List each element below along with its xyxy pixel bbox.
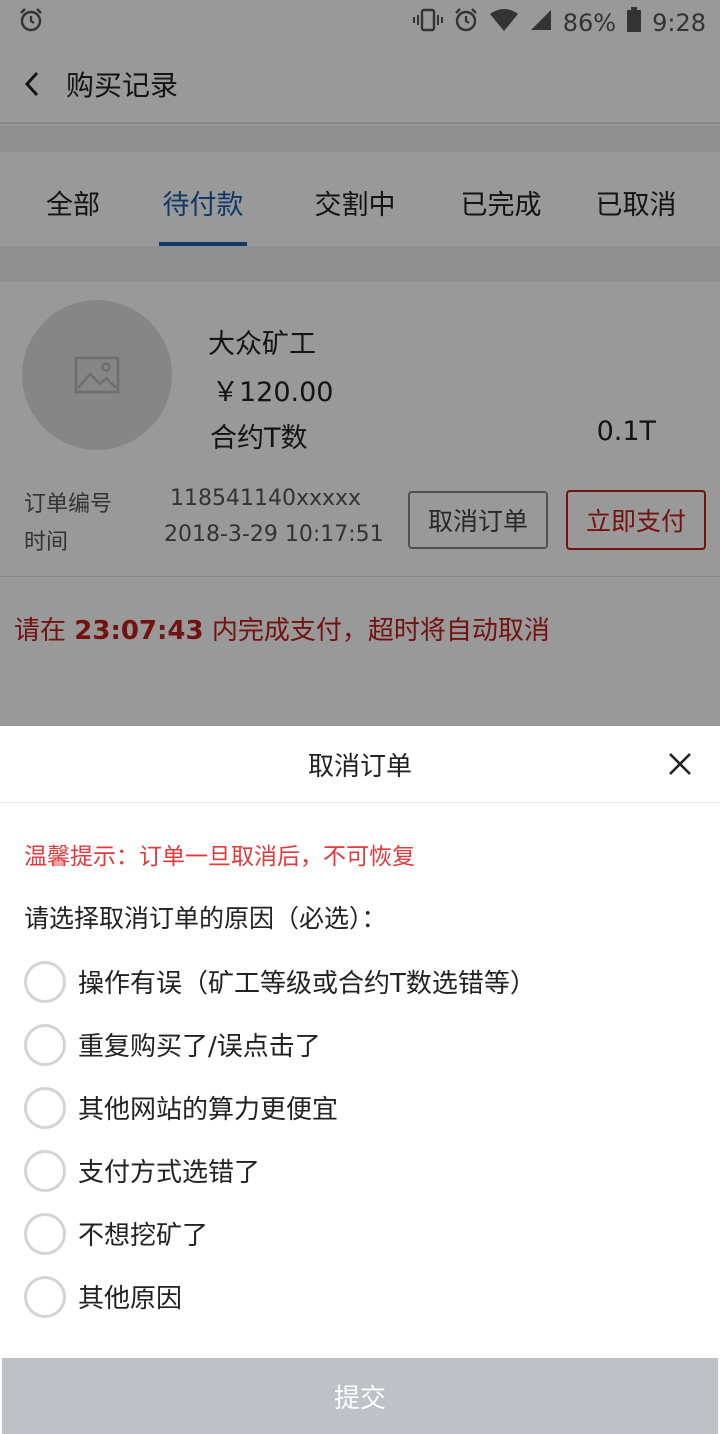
radio-button[interactable] xyxy=(24,1023,66,1066)
reason-prompt: 请选择取消订单的原因（必选）： xyxy=(24,904,387,933)
radio-button[interactable] xyxy=(24,1086,66,1129)
reason-option-operation-error[interactable]: 操作有误（矿工等级或合约T数选错等） xyxy=(0,950,720,1013)
reason-option-no-mining[interactable]: 不想挖矿了 xyxy=(0,1202,720,1265)
sheet-title: 取消订单 xyxy=(307,751,412,782)
close-icon xyxy=(669,753,691,775)
reason-label: 重复购买了/误点击了 xyxy=(78,1032,321,1062)
submit-button[interactable]: 提交 xyxy=(2,1358,718,1434)
radio-button[interactable] xyxy=(24,1149,66,1192)
warning-tip: 温馨提示：订单一旦取消后，不可恢复 xyxy=(24,844,415,870)
radio-button[interactable] xyxy=(24,1275,66,1318)
reason-option-wrong-payment[interactable]: 支付方式选错了 xyxy=(0,1139,720,1202)
cancel-order-sheet: 取消订单 温馨提示：订单一旦取消后，不可恢复 请选择取消订单的原因（必选）： 操… xyxy=(0,726,720,1434)
radio-button[interactable] xyxy=(24,960,66,1003)
modal-backdrop[interactable] xyxy=(0,0,720,726)
reason-option-other[interactable]: 其他原因 xyxy=(0,1265,720,1328)
reason-label: 操作有误（矿工等级或合约T数选错等） xyxy=(78,969,536,999)
reason-option-duplicate[interactable]: 重复购买了/误点击了 xyxy=(0,1013,720,1076)
reason-label: 其他原因 xyxy=(78,1284,183,1314)
reason-label: 支付方式选错了 xyxy=(78,1158,261,1188)
sheet-header: 取消订单 xyxy=(0,726,720,803)
reason-label: 其他网站的算力更便宜 xyxy=(78,1095,339,1125)
close-button[interactable] xyxy=(662,746,698,782)
reason-option-cheaper-elsewhere[interactable]: 其他网站的算力更便宜 xyxy=(0,1076,720,1139)
radio-button[interactable] xyxy=(24,1212,66,1255)
reason-label: 不想挖矿了 xyxy=(78,1221,209,1251)
reason-options: 操作有误（矿工等级或合约T数选错等） 重复购买了/误点击了 其他网站的算力更便宜… xyxy=(0,950,720,1328)
